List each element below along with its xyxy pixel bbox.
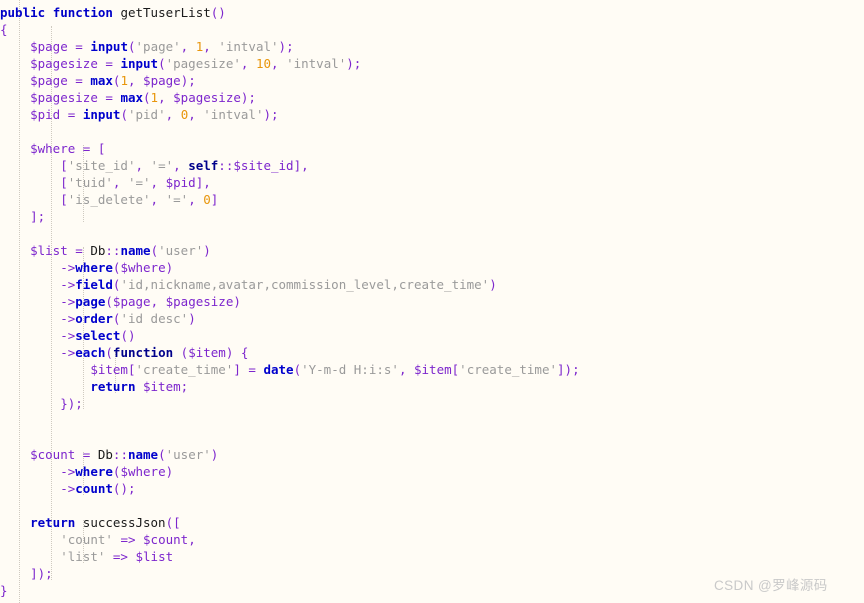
code-line: ]);	[30, 566, 53, 581]
code-line: ->count();	[60, 481, 136, 496]
code-line: ->order('id desc')	[60, 311, 196, 326]
code-line: ['tuid', '=', $pid],	[60, 175, 211, 190]
code-line: $pagesize = max(1, $pagesize);	[30, 90, 256, 105]
code-editor-viewport: public function getTuserList() { $page = …	[0, 0, 864, 603]
code-line: ['site_id', '=', self::$site_id],	[60, 158, 309, 173]
code-line: ->where($where)	[60, 464, 174, 479]
source-code-block[interactable]: public function getTuserList() { $page = …	[0, 0, 580, 599]
code-line: ->where($where)	[60, 260, 174, 275]
code-line: });	[60, 396, 83, 411]
code-line: ->field('id,nickname,avatar,commission_l…	[60, 277, 497, 292]
code-line: ->select()	[60, 328, 136, 343]
code-line: $page = input('page', 1, 'intval');	[30, 39, 294, 54]
code-line: ];	[30, 209, 46, 224]
code-line: $item['create_time'] = date('Y-m-d H:i:s…	[90, 362, 580, 377]
code-line: $pagesize = input('pagesize', 10, 'intva…	[30, 56, 362, 71]
code-line: $pid = input('pid', 0, 'intval');	[30, 107, 279, 122]
code-line: ->page($page, $pagesize)	[60, 294, 241, 309]
code-line: $list = Db::name('user')	[30, 243, 211, 258]
code-line: public function getTuserList()	[0, 5, 226, 20]
code-line: return $item;	[90, 379, 189, 394]
csdn-watermark: CSDN @罗峰源码	[714, 578, 828, 593]
code-line: $count = Db::name('user')	[30, 447, 219, 462]
code-line: {	[0, 22, 8, 37]
code-line: $where = [	[30, 141, 106, 156]
code-line: 'list' => $list	[60, 549, 174, 564]
code-line: }	[0, 583, 8, 598]
code-line: ['is_delete', '=', 0]	[60, 192, 219, 207]
code-line: ->each(function ($item) {	[60, 345, 249, 360]
code-line: $page = max(1, $page);	[30, 73, 196, 88]
code-line: 'count' => $count,	[60, 532, 196, 547]
code-line: return successJson([	[30, 515, 181, 530]
